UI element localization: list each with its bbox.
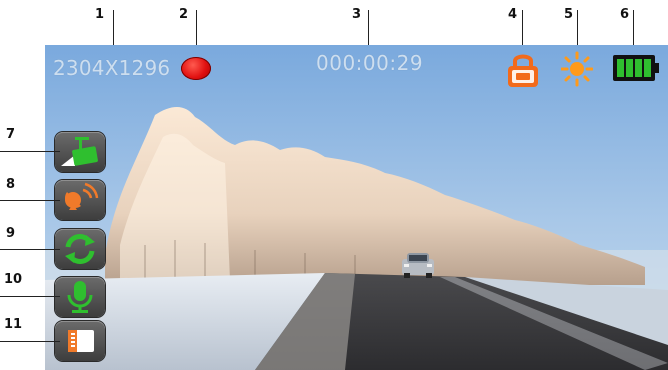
callout-line-9 bbox=[0, 249, 60, 250]
callout-3: 3 bbox=[352, 7, 362, 22]
battery-icon bbox=[613, 55, 659, 81]
callout-5: 5 bbox=[564, 7, 574, 22]
microphone-icon bbox=[55, 277, 105, 317]
lock-icon bbox=[508, 54, 538, 87]
elapsed-time: 000:00:29 bbox=[316, 51, 424, 75]
callout-9: 9 bbox=[6, 226, 16, 241]
callout-2: 2 bbox=[179, 7, 189, 22]
battery-cell bbox=[644, 59, 651, 77]
motion-detection-icon bbox=[55, 180, 105, 220]
callout-line-11 bbox=[0, 341, 60, 342]
callout-line-8 bbox=[0, 200, 60, 201]
battery-cell bbox=[617, 59, 624, 77]
callout-6: 6 bbox=[620, 7, 630, 22]
recording-dot-icon bbox=[181, 57, 211, 80]
callout-line-7 bbox=[0, 151, 60, 152]
resolution-label: 2304X1296 bbox=[53, 56, 171, 80]
callout-11: 11 bbox=[4, 317, 23, 332]
battery-cell bbox=[635, 59, 642, 77]
memory-card-icon bbox=[55, 321, 105, 361]
loop-recording-icon bbox=[55, 229, 105, 269]
callout-line-10 bbox=[0, 296, 60, 297]
battery-cell bbox=[626, 59, 633, 77]
callout-4: 4 bbox=[508, 7, 518, 22]
sun-icon bbox=[561, 51, 593, 87]
road-scene-image bbox=[45, 45, 668, 370]
callout-1: 1 bbox=[95, 7, 105, 22]
callout-8: 8 bbox=[6, 177, 16, 192]
dashcam-screen: 2304X1296 000:00:29 bbox=[45, 45, 668, 370]
callout-7: 7 bbox=[6, 127, 16, 142]
camera-mode-icon bbox=[55, 132, 105, 172]
callout-10: 10 bbox=[4, 272, 23, 287]
